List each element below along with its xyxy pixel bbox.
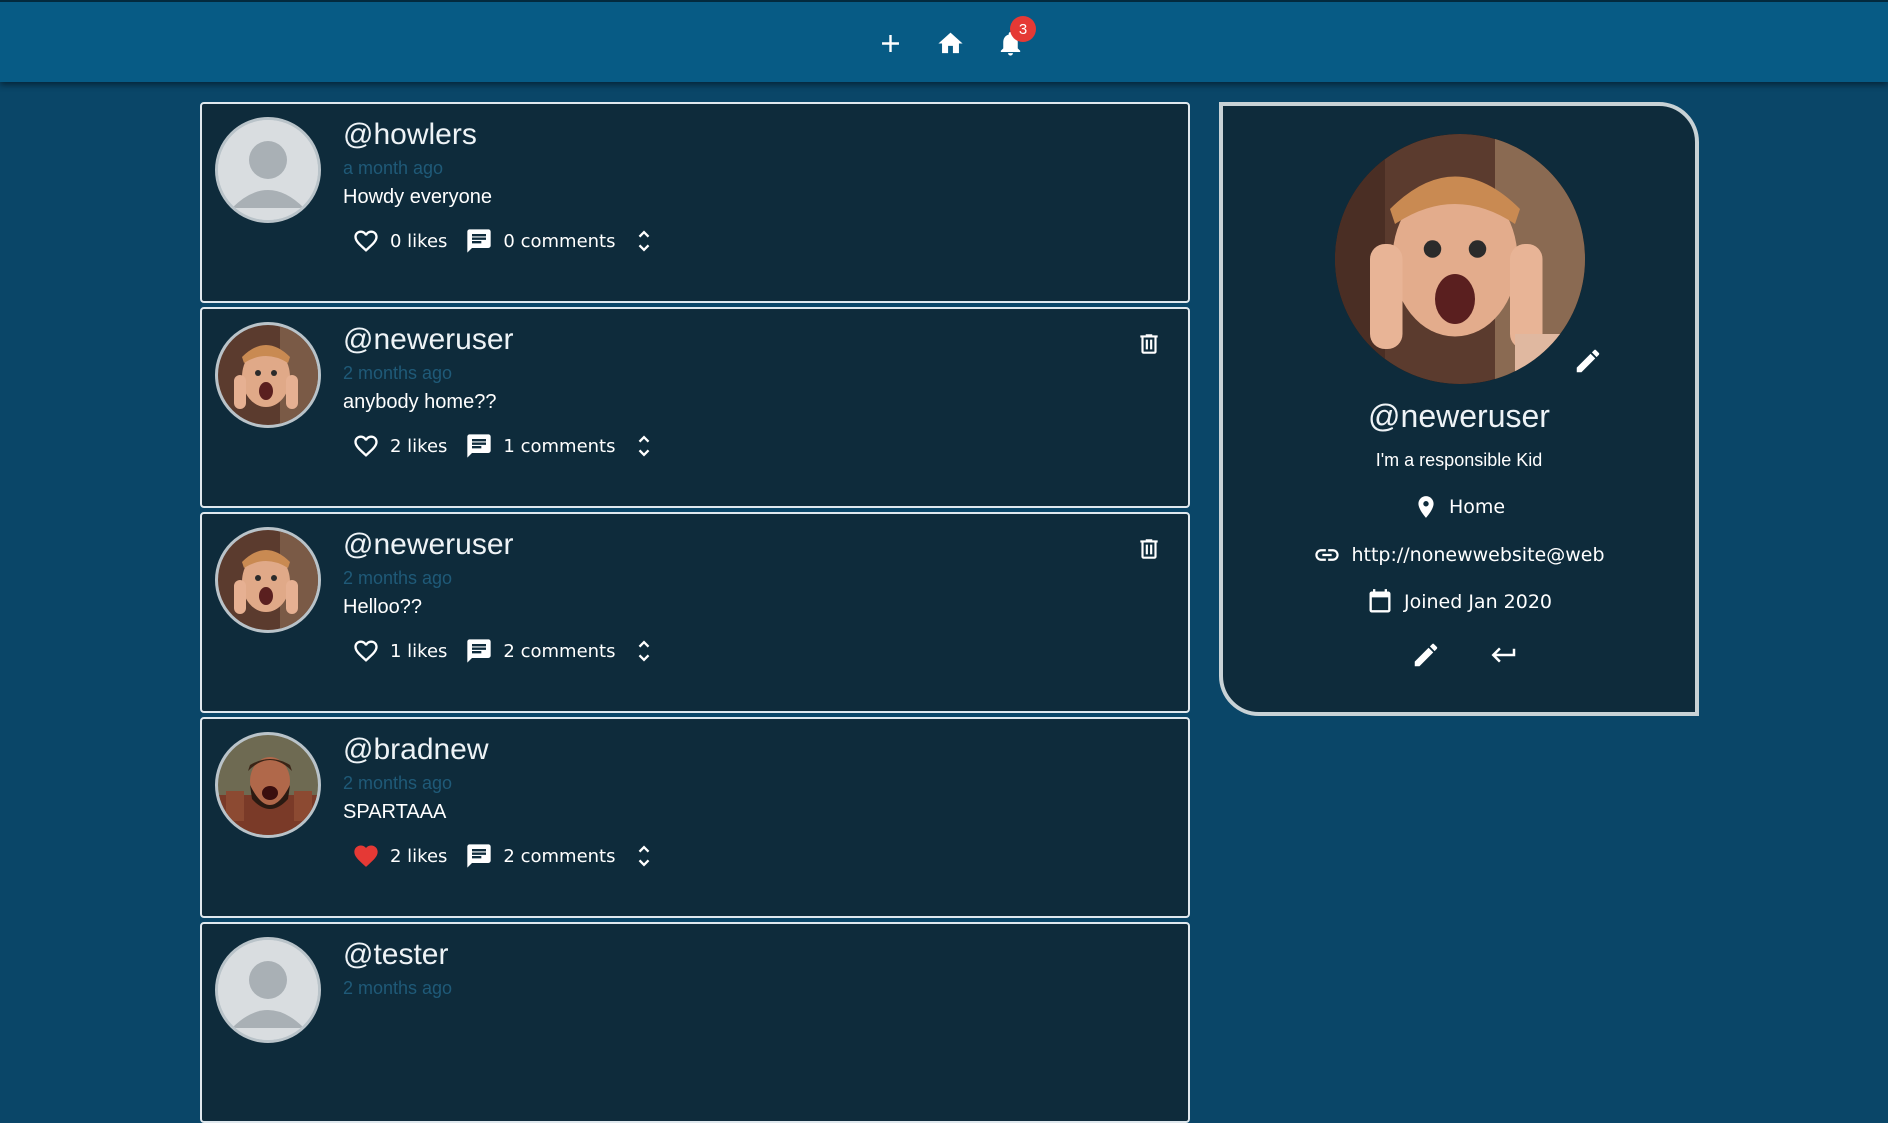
- expand-toggle-icon[interactable]: [630, 227, 658, 255]
- kid-photo-avatar[interactable]: [215, 322, 321, 428]
- default-user-icon: [218, 940, 318, 1040]
- profile-actions: [1223, 640, 1695, 674]
- kid-photo: [218, 325, 318, 425]
- post-body: SPARTAAA: [343, 801, 447, 823]
- post-author-handle[interactable]: @neweruser: [343, 323, 514, 357]
- post-body: anybody home??: [343, 391, 497, 413]
- top-navbar: 3: [0, 0, 1888, 82]
- heart-outline-icon[interactable]: [352, 227, 380, 255]
- comment-icon[interactable]: [465, 842, 493, 870]
- heart-filled-icon[interactable]: [352, 842, 380, 870]
- comment-icon[interactable]: [465, 227, 493, 255]
- heart-outline-icon[interactable]: [352, 637, 380, 665]
- profile-website: http://nonewwebsite@web: [1223, 541, 1695, 569]
- expand-toggle-icon[interactable]: [630, 842, 658, 870]
- post-actions: 2 likes 1 comments: [352, 429, 658, 463]
- edit-photo-button[interactable]: [1573, 346, 1603, 376]
- home-button[interactable]: [933, 26, 967, 60]
- expand-toggle-icon[interactable]: [630, 637, 658, 665]
- post-timestamp: 2 months ago: [343, 773, 453, 793]
- post-author-handle[interactable]: @bradnew: [343, 733, 489, 767]
- likes-count: 1 likes: [390, 640, 448, 662]
- post-body: Howdy everyone: [343, 186, 492, 208]
- comments-count: 2 comments: [503, 845, 616, 867]
- profile-bio: I'm a responsible Kid: [1375, 450, 1543, 470]
- pencil-icon: [1576, 349, 1600, 373]
- profile-handle[interactable]: @neweruser: [1223, 398, 1695, 435]
- expand-toggle-icon[interactable]: [630, 432, 658, 460]
- location-pin-icon: [1418, 496, 1434, 518]
- home-icon: [937, 32, 963, 53]
- link-icon: [1315, 549, 1340, 561]
- profile-card: @neweruser I'm a responsible Kid Home ht…: [1219, 102, 1699, 716]
- trash-icon: [1140, 539, 1158, 559]
- kid-photo-avatar[interactable]: [215, 527, 321, 633]
- comment-icon[interactable]: [465, 432, 493, 460]
- post-card: @howlers a month ago Howdy everyone 0 li…: [200, 102, 1190, 303]
- likes-count: 2 likes: [390, 845, 448, 867]
- post-timestamp: a month ago: [343, 158, 444, 178]
- profile-photo: [1335, 134, 1585, 384]
- post-card: @tester 2 months ago: [200, 922, 1190, 1123]
- post-actions: 1 likes 2 comments: [352, 634, 658, 668]
- post-actions: 0 likes 0 comments: [352, 224, 658, 258]
- edit-profile-button[interactable]: [1411, 640, 1443, 672]
- post-timestamp: 2 months ago: [343, 568, 453, 588]
- post-body: Helloo??: [343, 596, 422, 618]
- post-author-handle[interactable]: @tester: [343, 938, 448, 972]
- likes-count: 2 likes: [390, 435, 448, 457]
- comment-icon[interactable]: [465, 637, 493, 665]
- pencil-icon: [1414, 643, 1438, 667]
- default-avatar[interactable]: [215, 937, 321, 1043]
- post-author-handle[interactable]: @howlers: [343, 118, 477, 152]
- kid-photo: [1335, 134, 1585, 384]
- heart-outline-icon[interactable]: [352, 432, 380, 460]
- plus-icon: [881, 34, 899, 52]
- spartan-photo-avatar[interactable]: [215, 732, 321, 838]
- notification-count-badge: 3: [1010, 16, 1036, 42]
- likes-count: 0 likes: [390, 230, 448, 252]
- location-text: Home: [1448, 496, 1506, 518]
- post-timestamp: 2 months ago: [343, 363, 453, 383]
- comments-count: 1 comments: [503, 435, 616, 457]
- website-link[interactable]: http://nonewwebsite@web: [1351, 544, 1604, 566]
- return-arrow-icon: [1491, 647, 1516, 663]
- delete-post-button[interactable]: [1136, 534, 1162, 564]
- default-user-icon: [218, 120, 318, 220]
- logout-button[interactable]: [1489, 640, 1521, 672]
- comments-count: 0 comments: [503, 230, 616, 252]
- add-post-button[interactable]: [873, 26, 907, 60]
- delete-post-button[interactable]: [1136, 329, 1162, 359]
- calendar-icon: [1369, 589, 1391, 613]
- post-actions: 2 likes 2 comments: [352, 839, 658, 873]
- post-card: @neweruser 2 months ago Helloo?? 1 likes…: [200, 512, 1190, 713]
- post-card: @bradnew 2 months ago SPARTAAA 2 likes 2…: [200, 717, 1190, 918]
- default-avatar[interactable]: [215, 117, 321, 223]
- profile-joined: Joined Jan 2020: [1223, 588, 1695, 616]
- post-timestamp: 2 months ago: [343, 978, 453, 998]
- joined-date: Joined Jan 2020: [1403, 591, 1553, 613]
- comments-count: 2 comments: [503, 640, 616, 662]
- profile-location: Home: [1223, 494, 1695, 520]
- trash-icon: [1140, 334, 1158, 354]
- spartan-photo: [218, 735, 318, 835]
- post-card: @neweruser 2 months ago anybody home?? 2…: [200, 307, 1190, 508]
- post-author-handle[interactable]: @neweruser: [343, 528, 514, 562]
- kid-photo: [218, 530, 318, 630]
